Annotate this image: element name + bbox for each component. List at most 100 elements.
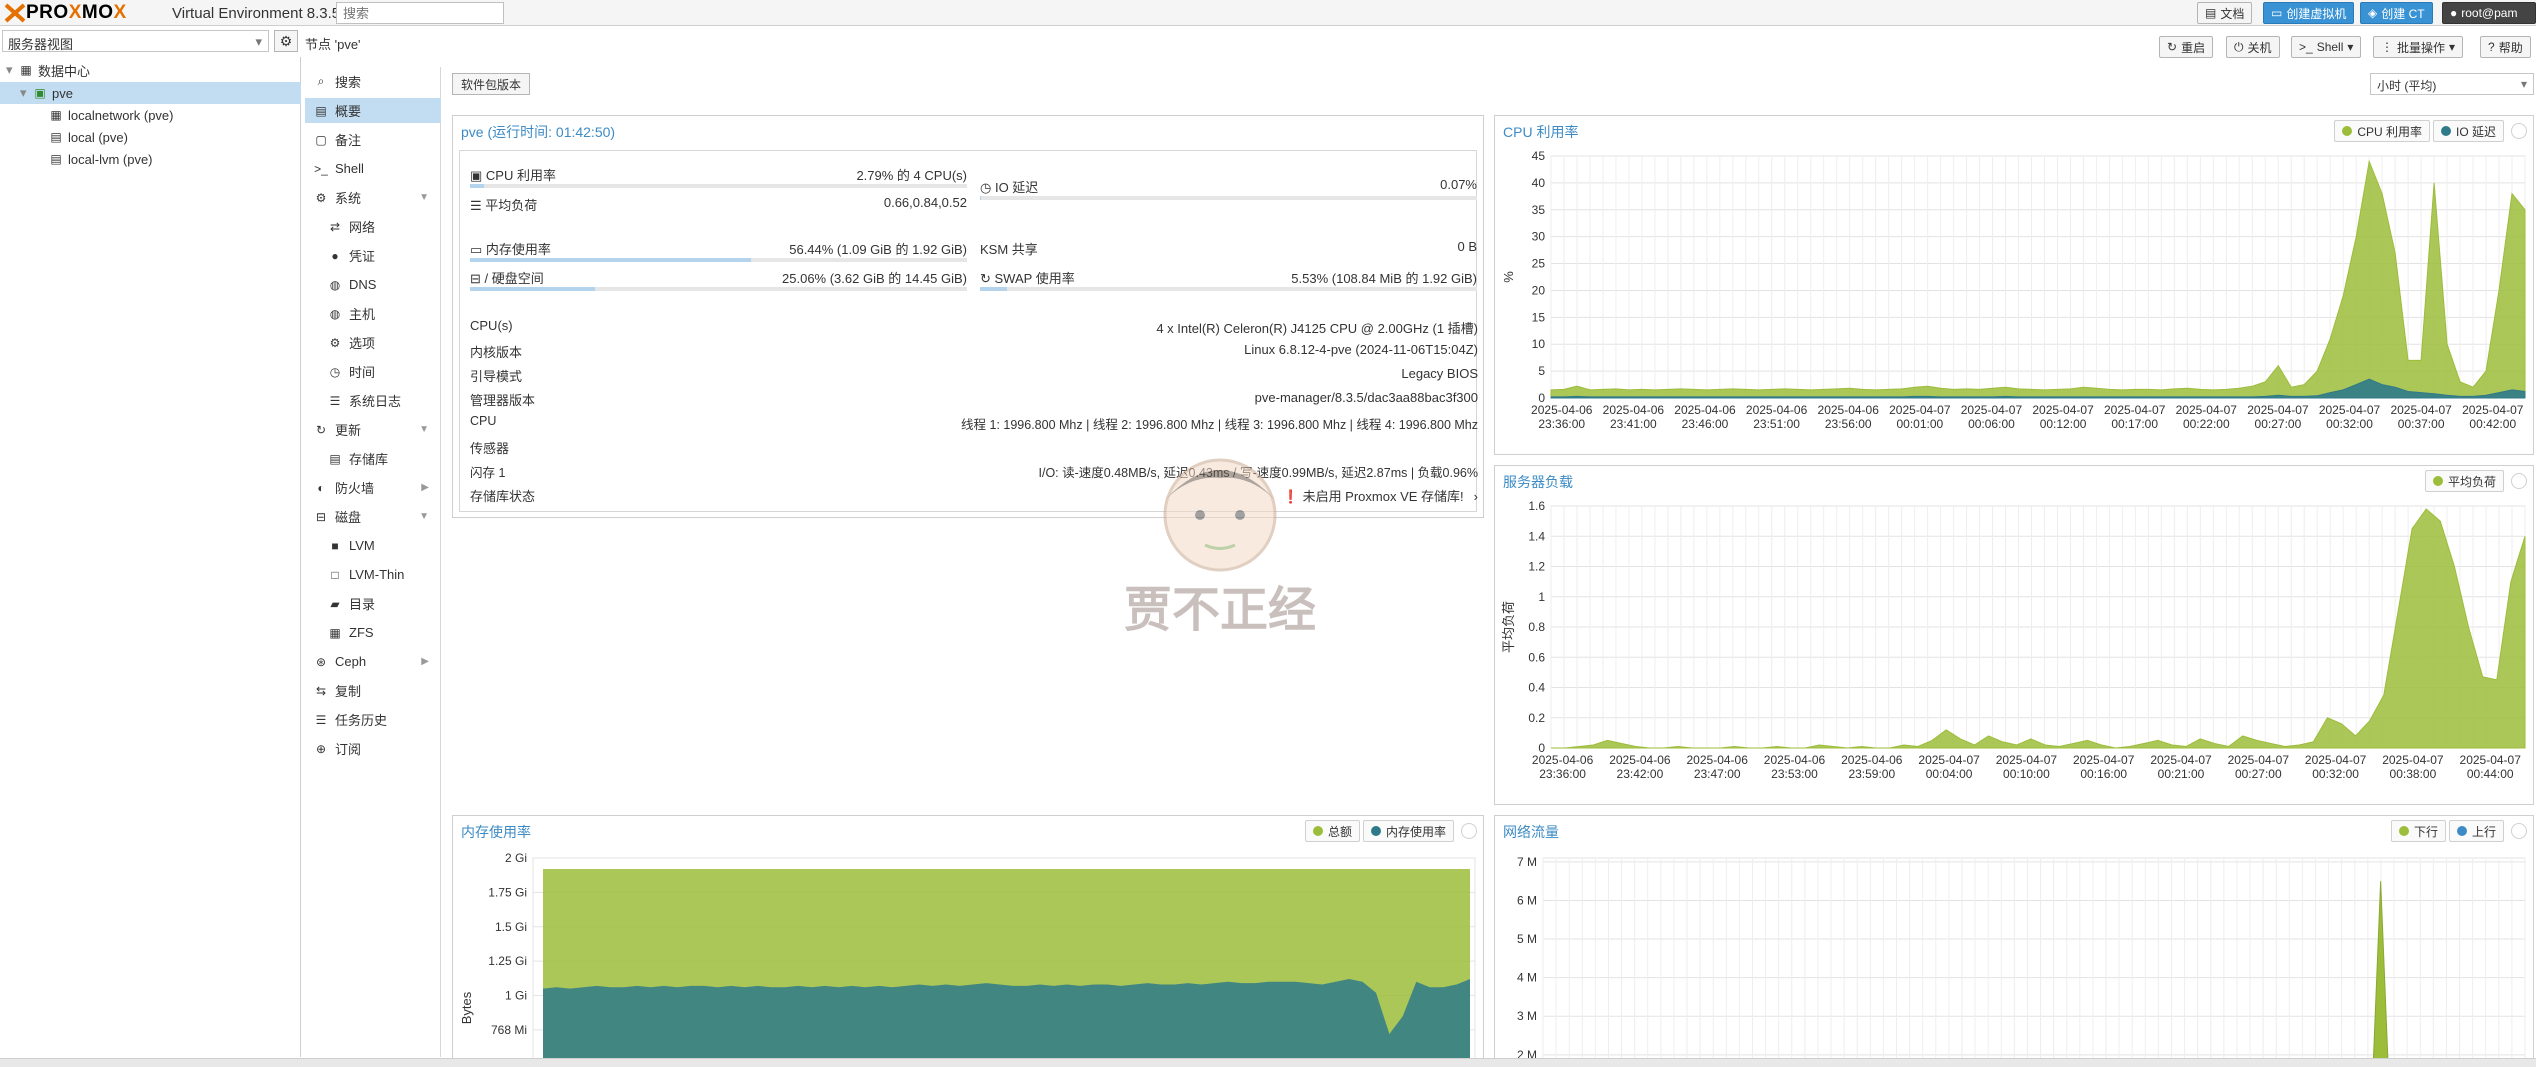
storage-icon: ▤ (50, 152, 62, 166)
nav-disks[interactable]: ⊟ 磁盘 ▼ (305, 504, 441, 529)
cpu-x-tick-date: 2025-04-07 (2319, 403, 2381, 417)
mem-y-tick-label: 2 Gi (505, 851, 527, 865)
nav-options[interactable]: ⚙ 选项 (305, 330, 441, 355)
status-title: pve (运行时间: 01:42:50) (461, 124, 616, 140)
nav-time[interactable]: ◷ 时间 (305, 359, 441, 384)
nav-hosts[interactable]: ◍ 主机 (305, 301, 441, 326)
tree-item-pve[interactable]: ▾ ▣ pve (0, 82, 301, 104)
nav-certificates[interactable]: ● 凭证 (305, 243, 441, 268)
nav-repositories[interactable]: ▤ 存储库 (305, 446, 441, 471)
nav-dns[interactable]: ◍ DNS (305, 272, 441, 297)
load-x-tick-time: 00:04:00 (1926, 767, 1973, 781)
legend-load-average[interactable]: 平均负荷 (2424, 470, 2504, 492)
support-icon: ⊕ (315, 741, 327, 756)
nav-network[interactable]: ⇄ 网络 (305, 214, 441, 239)
cpu-x-tick-date: 2025-04-06 (1531, 403, 1593, 417)
folder-icon: ▰ (330, 596, 340, 611)
help-button[interactable]: ? 帮助 (2480, 36, 2531, 58)
nav-system[interactable]: ⚙ 系统 ▼ (305, 185, 441, 210)
disk-space-bar-fill (470, 287, 595, 291)
nav-lvm[interactable]: ■ LVM (305, 533, 441, 558)
proxmox-logo[interactable]: PRO X MO X (4, 2, 127, 24)
chevron-right-icon: › (1473, 489, 1478, 504)
tree-item-datacenter[interactable]: ▾ ▦ 数据中心 (0, 59, 301, 81)
logo-text-a: PRO (26, 2, 69, 23)
undo-zoom-icon[interactable] (1461, 823, 1477, 839)
legend-net-out[interactable]: 上行 (2448, 820, 2504, 842)
mem-y-tick-label: 1.75 Gi (488, 885, 527, 899)
nav-ceph[interactable]: ⊛ Ceph ▶ (305, 649, 441, 674)
nav-task-history[interactable]: ☰ 任务历史 (305, 707, 441, 732)
restart-button[interactable]: ↻ 重启 (2159, 36, 2214, 58)
nav-syslog[interactable]: ☰ 系统日志 (305, 388, 441, 413)
create-vm-button[interactable]: ▭ 创建虚拟机 (2263, 2, 2355, 24)
nav-summary[interactable]: ▤ 概要 (305, 98, 441, 123)
legend-io-delay[interactable]: IO 延迟 (2432, 120, 2504, 142)
tree-item-local-storage[interactable]: ▤ local (pve) (0, 126, 301, 148)
nav-notes[interactable]: ▢ 备注 (305, 127, 441, 152)
search-icon: ⌕ (317, 74, 325, 88)
node-online-icon: ▣ (34, 86, 46, 100)
undo-zoom-icon[interactable] (2511, 823, 2527, 839)
logo-text-x: X (68, 2, 82, 23)
shell-button[interactable]: >_ Shell ▾ (2291, 36, 2362, 58)
io-delay-row: ◷ IO 延迟 0.07% (980, 177, 1477, 195)
load-x-tick-time: 23:59:00 (1848, 767, 1895, 781)
power-icon: ⏻ (2234, 39, 2244, 54)
package-versions-button[interactable]: 软件包版本 (452, 73, 531, 95)
nav-replication[interactable]: ⇆ 复制 (305, 678, 441, 703)
nav-lvm-thin[interactable]: □ LVM-Thin (305, 562, 441, 587)
load-x-tick-time: 23:42:00 (1617, 767, 1664, 781)
nav-shell[interactable]: >_ Shell (305, 156, 441, 181)
timeframe-select[interactable]: 小时 (平均) ▾ (2370, 73, 2534, 95)
view-selector[interactable]: 服务器视图 ▾ (2, 30, 269, 52)
legend-cpu-usage[interactable]: CPU 利用率 (2334, 120, 2430, 142)
nav-subscription[interactable]: ⊕ 订阅 (305, 736, 441, 761)
bulk-actions-button[interactable]: ⋮ 批量操作 ▾ (2373, 36, 2464, 58)
docs-button[interactable]: ▤ 文档 (2197, 2, 2253, 24)
chevron-down-icon: ▼ (419, 424, 429, 435)
cpu-x-tick-date: 2025-04-06 (1674, 403, 1736, 417)
create-ct-button[interactable]: ◈ 创建 CT (2360, 2, 2433, 24)
load-x-tick-date: 2025-04-06 (1841, 753, 1903, 767)
undo-zoom-icon[interactable] (2511, 473, 2527, 489)
load-x-tick-time: 23:36:00 (1539, 767, 1586, 781)
cpu-x-tick-date: 2025-04-07 (2462, 403, 2524, 417)
load-x-tick-time: 23:47:00 (1694, 767, 1741, 781)
search-input[interactable] (336, 2, 504, 24)
mem-y-tick-label: 768 Mi (491, 1023, 527, 1037)
network-chart-title: 网络流量 (1503, 824, 1559, 840)
cpu-x-tick-time: 00:37:00 (2398, 417, 2445, 431)
load-x-tick-date: 2025-04-06 (1764, 753, 1826, 767)
tree-settings-button[interactable]: ⚙ (274, 30, 298, 52)
bottom-splitter[interactable] (0, 1058, 2536, 1067)
cpu-x-tick-time: 23:51:00 (1753, 417, 1800, 431)
tree-item-local-lvm[interactable]: ▤ local-lvm (pve) (0, 148, 301, 170)
nav-firewall[interactable]: ◐ 防火墙 ▶ (305, 475, 441, 500)
memory-icon: ▭ (470, 242, 486, 257)
load-x-tick-date: 2025-04-07 (2150, 753, 2212, 767)
memory-usage-bar (470, 258, 967, 262)
load-y-tick-label: 1.4 (1528, 529, 1545, 543)
undo-zoom-icon[interactable] (2511, 123, 2527, 139)
nav-zfs[interactable]: ▦ ZFS (305, 620, 441, 645)
tree-item-localnetwork[interactable]: ▦ localnetwork (pve) (0, 104, 301, 126)
legend-net-in[interactable]: 下行 (2390, 820, 2446, 842)
cpu-x-tick-date: 2025-04-06 (1603, 403, 1665, 417)
cpu-x-tick-time: 00:12:00 (2040, 417, 2087, 431)
legend-memory-total[interactable]: 总额 (1304, 820, 1360, 842)
legend-memory-used[interactable]: 内存使用率 (1362, 820, 1454, 842)
nav-directory[interactable]: ▰ 目录 (305, 591, 441, 616)
nav-search[interactable]: ⌕ 搜索 (305, 69, 441, 94)
nav-updates[interactable]: ↻ 更新 ▼ (305, 417, 441, 442)
cpu-usage-bar (470, 184, 967, 188)
shutdown-button[interactable]: ⏻ 关机 (2226, 36, 2280, 58)
disk-space-row: ⊟ / 硬盘空间 25.06% (3.62 GiB 的 14.45 GiB) (470, 271, 967, 286)
collapse-icon: ▾ (6, 62, 13, 77)
cpu-x-tick-date: 2025-04-06 (1818, 403, 1880, 417)
user-menu-button[interactable]: ● root@pam (2442, 2, 2536, 24)
memory-chart-title: 内存使用率 (461, 824, 531, 840)
cube-icon: ◈ (2368, 6, 2378, 20)
load-x-tick-date: 2025-04-07 (2460, 753, 2522, 767)
load-chart-panel: 服务器负载 平均负荷 0 0.2 0.4 0.6 0.8 1 1.2 1.4 1.6 2025-0… (1494, 465, 2534, 805)
